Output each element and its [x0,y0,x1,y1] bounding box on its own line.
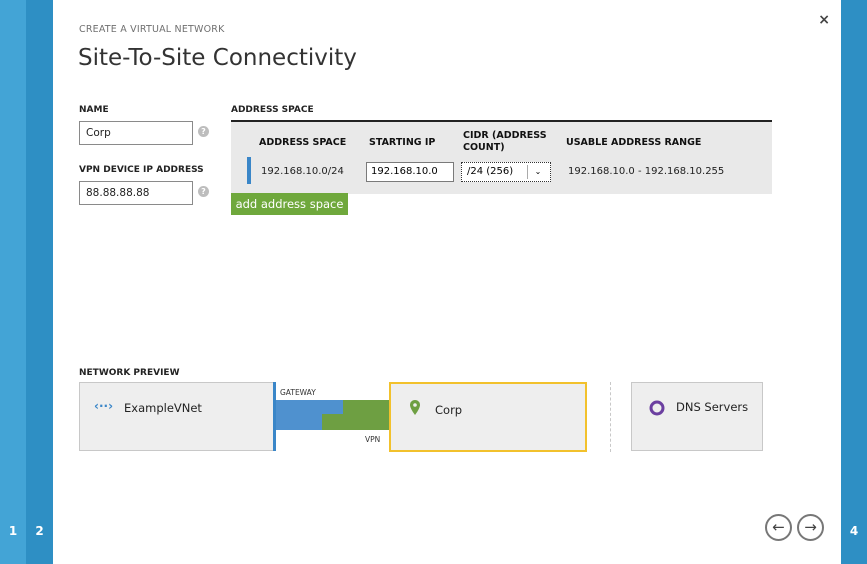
step-rail-4[interactable]: 4 [841,0,867,564]
vpn-link-green-bottom [322,414,389,430]
dns-name: DNS Servers [676,400,749,414]
cidr-select[interactable]: /24 (256) ⌄ [461,162,551,182]
address-space-table: ADDRESS SPACE STARTING IP CIDR (ADDRESS … [231,120,772,194]
vpn-device-ip-label: VPN DEVICE IP ADDRESS [79,165,204,175]
cidr-selected-value: /24 (256) [467,166,514,177]
wizard-dialog: 1 2 4 × CREATE A VIRTUAL NETWORK Site-To… [0,0,867,564]
corp-card[interactable]: Corp [389,382,587,452]
wizard-caption: CREATE A VIRTUAL NETWORK [79,24,225,35]
next-arrow-icon[interactable]: → [797,514,824,541]
vpn-device-ip-input[interactable]: 88.88.88.88 [79,181,193,205]
row-address-space: 192.168.10.0/24 [261,166,344,177]
step-number-4: 4 [849,524,859,538]
col-header-cidr: CIDR (ADDRESS COUNT) [463,130,547,153]
col-header-usable-range: USABLE ADDRESS RANGE [566,137,702,148]
chevron-down-icon[interactable]: ⌄ [527,165,548,179]
starting-ip-input[interactable]: 192.168.10.0 [366,162,454,182]
step-rail-2[interactable]: 2 [26,0,53,564]
preview-divider [610,382,611,452]
location-pin-icon [410,400,420,415]
step-number-1: 1 [8,524,18,538]
name-label: NAME [79,105,109,115]
vpn-help-icon[interactable]: ? [198,186,209,197]
step-number-2: 2 [35,524,44,538]
network-preview-label: NETWORK PREVIEW [79,368,180,378]
col-header-address-space: ADDRESS SPACE [259,137,347,148]
add-address-space-button[interactable]: add address space [231,193,348,215]
step-rail-1[interactable]: 1 [0,0,26,564]
page-title: Site-To-Site Connectivity [78,45,357,71]
corp-name: Corp [435,403,463,417]
gateway-label: GATEWAY [280,388,316,397]
vnet-arrows-icon: ‹··› [94,399,114,413]
col-header-starting-ip: STARTING IP [369,137,436,148]
dns-card[interactable]: DNS Servers [631,382,763,451]
vpn-label: VPN [365,435,381,444]
back-arrow-icon[interactable]: ← [765,514,792,541]
name-help-icon[interactable]: ? [198,126,209,137]
vpn-link-green-top [343,400,389,414]
name-input[interactable]: Corp [79,121,193,145]
row-usable-range: 192.168.10.0 - 192.168.10.255 [568,166,725,177]
vnet-card: ‹··› ExampleVNet [79,382,274,451]
close-icon[interactable]: × [818,12,830,28]
dns-ring-icon [649,400,665,416]
vnet-name: ExampleVNet [124,401,202,415]
address-space-section-label: ADDRESS SPACE [231,105,314,115]
row-selection-marker [247,157,251,184]
